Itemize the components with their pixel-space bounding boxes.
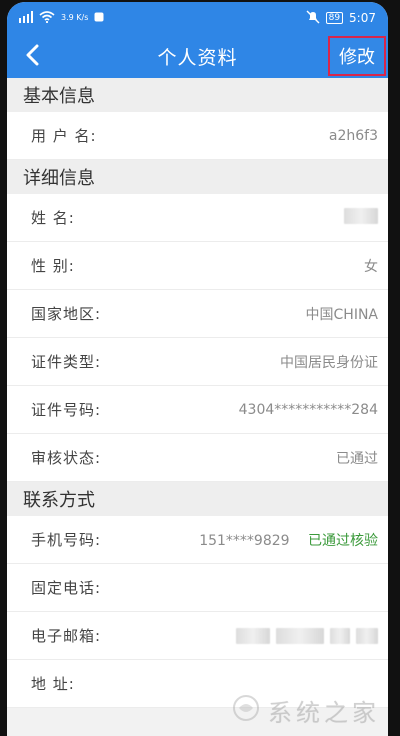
row-id-type[interactable]: 证件类型: 中国居民身份证	[7, 338, 388, 386]
watermark-text: 系统之家	[268, 698, 380, 727]
watermark-logo-icon	[232, 694, 260, 726]
row-value: 151****9829 已通过核验	[199, 530, 378, 550]
network-speed: 3.9 K/s	[61, 13, 89, 22]
notification-icon	[94, 11, 104, 25]
status-time: 5:07	[349, 11, 376, 25]
mobile-number: 151****9829	[199, 532, 290, 549]
row-id-number[interactable]: 证件号码: 4304***********284	[7, 386, 388, 434]
row-value: 中国居民身份证	[280, 354, 378, 371]
back-button[interactable]	[17, 42, 49, 72]
verified-badge: 已通过核验	[308, 532, 378, 549]
edit-button[interactable]: 修改	[328, 36, 386, 76]
row-name[interactable]: 姓 名:	[7, 194, 388, 242]
signal-icon	[19, 10, 33, 26]
row-mobile[interactable]: 手机号码: 151****9829 已通过核验	[7, 516, 388, 564]
row-value	[344, 207, 378, 228]
row-email[interactable]: 电子邮箱:	[7, 612, 388, 660]
row-review-status[interactable]: 审核状态: 已通过	[7, 434, 388, 482]
row-label: 固定电话:	[31, 579, 102, 597]
row-label: 电子邮箱:	[31, 627, 102, 645]
row-value: a2h6f3	[328, 127, 378, 144]
row-landline[interactable]: 固定电话:	[7, 564, 388, 612]
row-label: 证件号码:	[31, 401, 102, 419]
page-title: 个人资料	[157, 46, 238, 69]
row-label: 审核状态:	[31, 449, 102, 467]
row-username[interactable]: 用 户 名: a2h6f3	[7, 112, 388, 160]
status-left-icons: 3.9 K/s	[19, 10, 104, 26]
navigation-bar: 个人资料 修改	[7, 34, 388, 78]
section-header-basic: 基本信息	[7, 78, 388, 112]
row-country[interactable]: 国家地区: 中国CHINA	[7, 290, 388, 338]
row-label: 手机号码:	[31, 531, 102, 549]
row-label: 地 址:	[31, 675, 75, 693]
chevron-left-icon	[24, 44, 42, 70]
watermark: 系统之家	[232, 692, 382, 728]
section-header-contact: 联系方式	[7, 482, 388, 516]
row-value: 中国CHINA	[305, 306, 378, 323]
section-header-detail: 详细信息	[7, 160, 388, 194]
row-value: 女	[364, 258, 378, 275]
redacted-email	[236, 627, 378, 644]
battery-indicator: 89	[325, 12, 344, 24]
row-label: 性 别:	[31, 257, 75, 275]
mute-icon	[306, 10, 320, 27]
row-label: 国家地区:	[31, 305, 102, 323]
redacted-name	[344, 207, 378, 224]
status-bar: 3.9 K/s 89 5:07	[7, 2, 388, 34]
phone-screen: 3.9 K/s 89 5:07 个人资料 修改 基本信息 用 户 名: a2h6…	[7, 2, 388, 736]
row-gender[interactable]: 性 别: 女	[7, 242, 388, 290]
row-label: 姓 名:	[31, 209, 75, 227]
status-right-icons: 89 5:07	[306, 10, 376, 27]
row-label: 证件类型:	[31, 353, 102, 371]
row-value: 4304***********284	[238, 401, 378, 418]
row-label: 用 户 名:	[31, 127, 97, 145]
row-value: 已通过	[336, 450, 378, 467]
wifi-icon	[39, 10, 55, 26]
